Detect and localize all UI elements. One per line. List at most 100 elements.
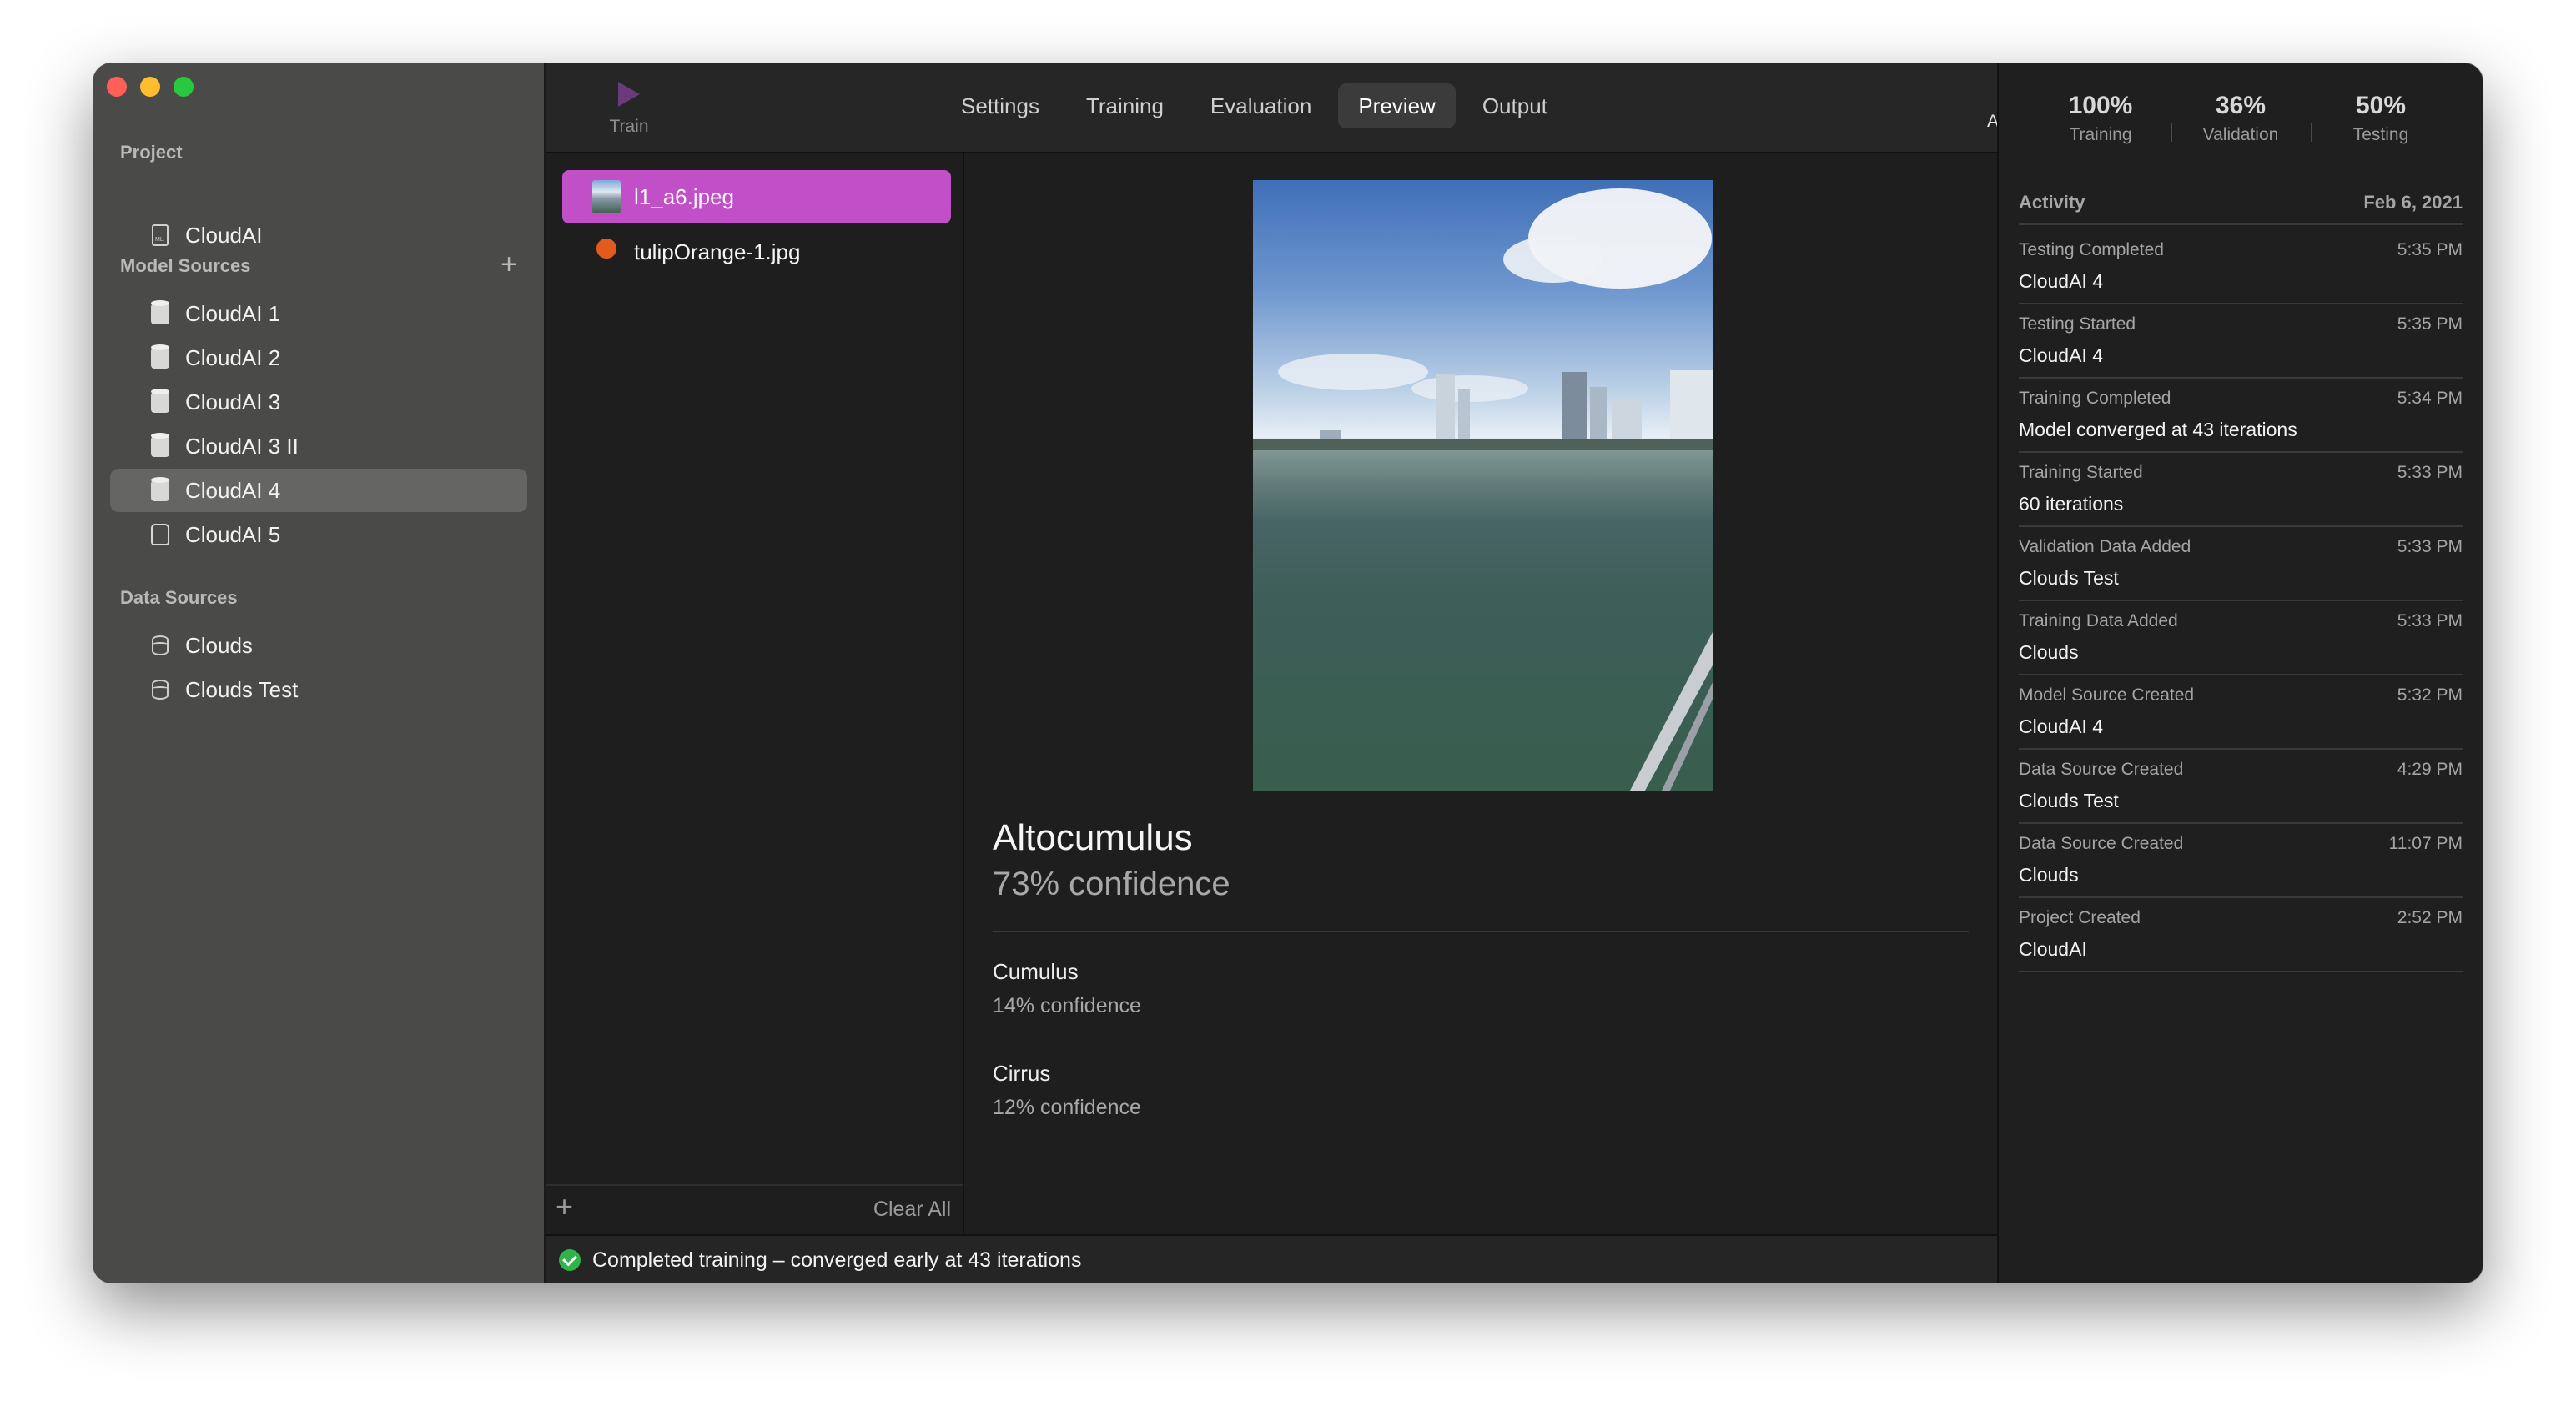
train-button[interactable]: Train [596,82,662,137]
top-prediction-confidence: 73% confidence [993,866,1230,902]
minimize-window-button[interactable] [140,77,160,97]
file-item[interactable]: tulipOrange-1.jpg [562,225,951,279]
activity-date: Feb 6, 2021 [2363,192,2463,213]
database-icon [148,677,172,702]
activity-item-title: Testing Completed [2019,240,2164,259]
sidebar-item-label: CloudAI 2 [185,344,281,370]
tab-preview[interactable]: Preview [1338,83,1456,128]
activity-item: Testing Completed 5:35 PM CloudAI 4 [2019,230,2463,304]
activity-item-time: 5:35 PM [2397,240,2463,259]
tab-evaluation[interactable]: Evaluation [1190,83,1331,128]
tab-training[interactable]: Training [1066,83,1184,128]
sidebar-item-model[interactable]: CloudAI 3 [110,380,527,424]
image-thumbnail-icon [592,235,621,269]
preview-file-list: l1_a6.jpeg tulipOrange-1.jpg + Clear All [546,153,964,1234]
tab-output[interactable]: Output [1462,83,1567,128]
prediction-label: Cirrus [993,1061,1051,1086]
activity-item-time: 5:33 PM [2397,463,2463,482]
activity-item: Training Completed 5:34 PM Model converged… [2019,379,2463,453]
sidebar: Project CloudAI Model Sources + CloudAI … [93,63,546,1283]
activity-item-detail: Clouds [2019,641,2079,663]
activity-title: Activity [2019,192,2085,213]
stat-training: 100% Training [2030,92,2171,145]
stat-value: 100% [2068,92,2133,119]
sidebar-item-project[interactable]: CloudAI [110,213,527,257]
activity-item-title: Data Source Created [2019,834,2184,853]
sidebar-item-label: CloudAI 3 II [185,433,299,459]
activity-item-title: Project Created [2019,908,2141,927]
model-icon [148,477,172,503]
stat-label: Validation [2202,125,2279,144]
activity-header: Activity Feb 6, 2021 [2019,192,2463,225]
activity-item: Data Source Created 4:29 PM Clouds Test [2019,750,2463,824]
activity-item-detail: CloudAI 4 [2019,344,2104,366]
activity-item-title: Data Source Created [2019,760,2184,779]
sidebar-item-label: CloudAI 3 [185,389,281,414]
sidebar-item-label: Clouds [185,632,253,658]
sidebar-item-model[interactable]: CloudAI 2 [110,336,527,379]
train-label: Train [609,117,649,136]
zoom-window-button[interactable] [174,77,194,97]
sidebar-item-label: CloudAI [185,222,263,248]
sidebar-item-model[interactable]: CloudAI 1 [110,292,527,335]
city-skyline-illustration [1253,188,1713,791]
stat-label: Training [2069,125,2132,144]
activity-item-title: Training Started [2019,463,2143,482]
sidebar-item-model[interactable]: CloudAI 3 II [110,424,527,468]
data-split-stats: 100% Training 36% Validation 50% Testing [1999,92,2483,145]
activity-item-title: Training Completed [2019,389,2171,408]
image-thumbnail-icon [592,180,621,213]
activity-list: Testing Completed 5:35 PM CloudAI 4 Testin… [2019,230,2463,972]
sidebar-item-label: Clouds Test [185,676,299,702]
ml-document-icon [148,223,172,248]
activity-item-title: Model Source Created [2019,685,2195,705]
model-sources-section-header: Model Sources [120,255,251,276]
activity-item-time: 5:33 PM [2397,537,2463,556]
activity-item: Testing Started 5:35 PM CloudAI 4 [2019,304,2463,379]
empty-model-icon [148,522,172,547]
activity-item-time: 5:32 PM [2397,685,2463,705]
sidebar-item-data-source[interactable]: Clouds [110,624,527,667]
activity-item-detail: 60 iterations [2019,493,2124,515]
activity-item-time: 11:07 PM [2388,834,2463,853]
activity-item: Training Started 5:33 PM 60 iterations [2019,453,2463,527]
clear-all-button[interactable]: Clear All [873,1198,951,1222]
add-file-button[interactable]: + [556,1189,573,1224]
file-item-selected[interactable]: l1_a6.jpeg [562,170,951,223]
activity-item-title: Testing Started [2019,314,2136,334]
window-controls [107,77,194,97]
sidebar-item-data-source[interactable]: Clouds Test [110,668,527,711]
activity-item-time: 4:29 PM [2397,760,2463,779]
close-window-button[interactable] [107,77,127,97]
activity-item-title: Validation Data Added [2019,537,2191,556]
tab-settings[interactable]: Settings [941,83,1059,128]
file-list-footer: + Clear All [546,1184,963,1234]
project-section-header: Project [120,142,183,163]
database-icon [148,633,172,658]
activity-item-detail: CloudAI [2019,938,2087,960]
sidebar-item-label: CloudAI 5 [185,521,281,547]
prediction-confidence: 14% confidence [993,994,1141,1017]
stat-value: 50% [2355,92,2407,119]
stat-validation: 36% Validation [2171,92,2311,145]
file-name: tulipOrange-1.jpg [634,239,801,264]
activity-item-detail: Clouds [2019,864,2079,886]
top-prediction-label: Altocumulus [993,817,1193,858]
sidebar-item-label: CloudAI 4 [185,477,281,503]
activity-item: Model Source Created 5:32 PM CloudAI 4 [2019,675,2463,750]
sidebar-item-label: CloudAI 1 [185,300,281,326]
sidebar-item-model[interactable]: CloudAI 5 [110,513,527,556]
play-icon [618,82,640,107]
activity-item-time: 5:35 PM [2397,314,2463,334]
file-name: l1_a6.jpeg [634,183,734,209]
activity-item-title: Training Data Added [2019,611,2178,630]
activity-item-detail: Clouds Test [2019,790,2119,811]
stat-value: 36% [2215,92,2267,119]
checkmark-circle-icon [559,1249,581,1271]
sidebar-item-model-selected[interactable]: CloudAI 4 [110,469,527,512]
model-icon [148,344,172,370]
add-model-source-button[interactable]: + [501,250,517,279]
activity-item-detail: Clouds Test [2019,567,2119,589]
divider [993,931,1969,932]
activity-item: Project Created 2:52 PM CloudAI [2019,898,2463,972]
